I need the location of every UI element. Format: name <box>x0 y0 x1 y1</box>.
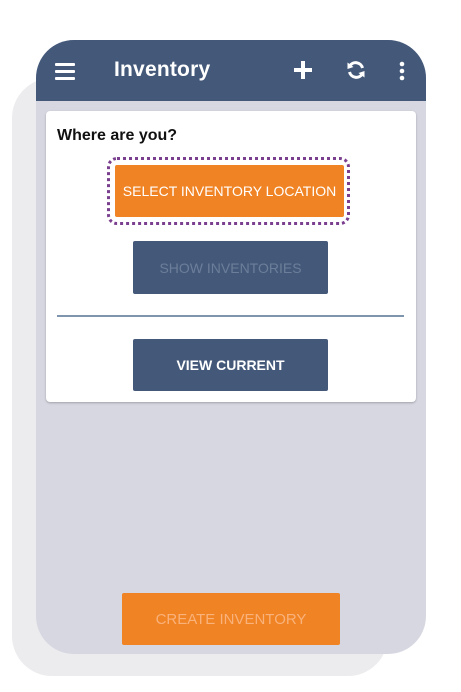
add-icon[interactable] <box>292 59 314 81</box>
show-inventories-button[interactable]: SHOW INVENTORIES <box>133 241 328 294</box>
location-question: Where are you? <box>57 127 178 144</box>
create-inventory-button[interactable]: CREATE INVENTORY <box>122 593 340 645</box>
more-vertical-icon[interactable] <box>399 61 405 81</box>
phone-screen: Inventory Where are you? SELECT INVENTOR… <box>36 40 426 654</box>
select-inventory-location-button[interactable]: SELECT INVENTORY LOCATION <box>115 165 344 217</box>
refresh-icon[interactable] <box>346 60 366 80</box>
menu-icon[interactable] <box>55 63 75 80</box>
divider <box>57 315 404 317</box>
app-title: Inventory <box>114 58 211 81</box>
view-current-button[interactable]: VIEW CURRENT <box>133 339 328 391</box>
location-card: Where are you? SELECT INVENTORY LOCATION… <box>46 111 416 402</box>
app-bar: Inventory <box>36 40 426 101</box>
